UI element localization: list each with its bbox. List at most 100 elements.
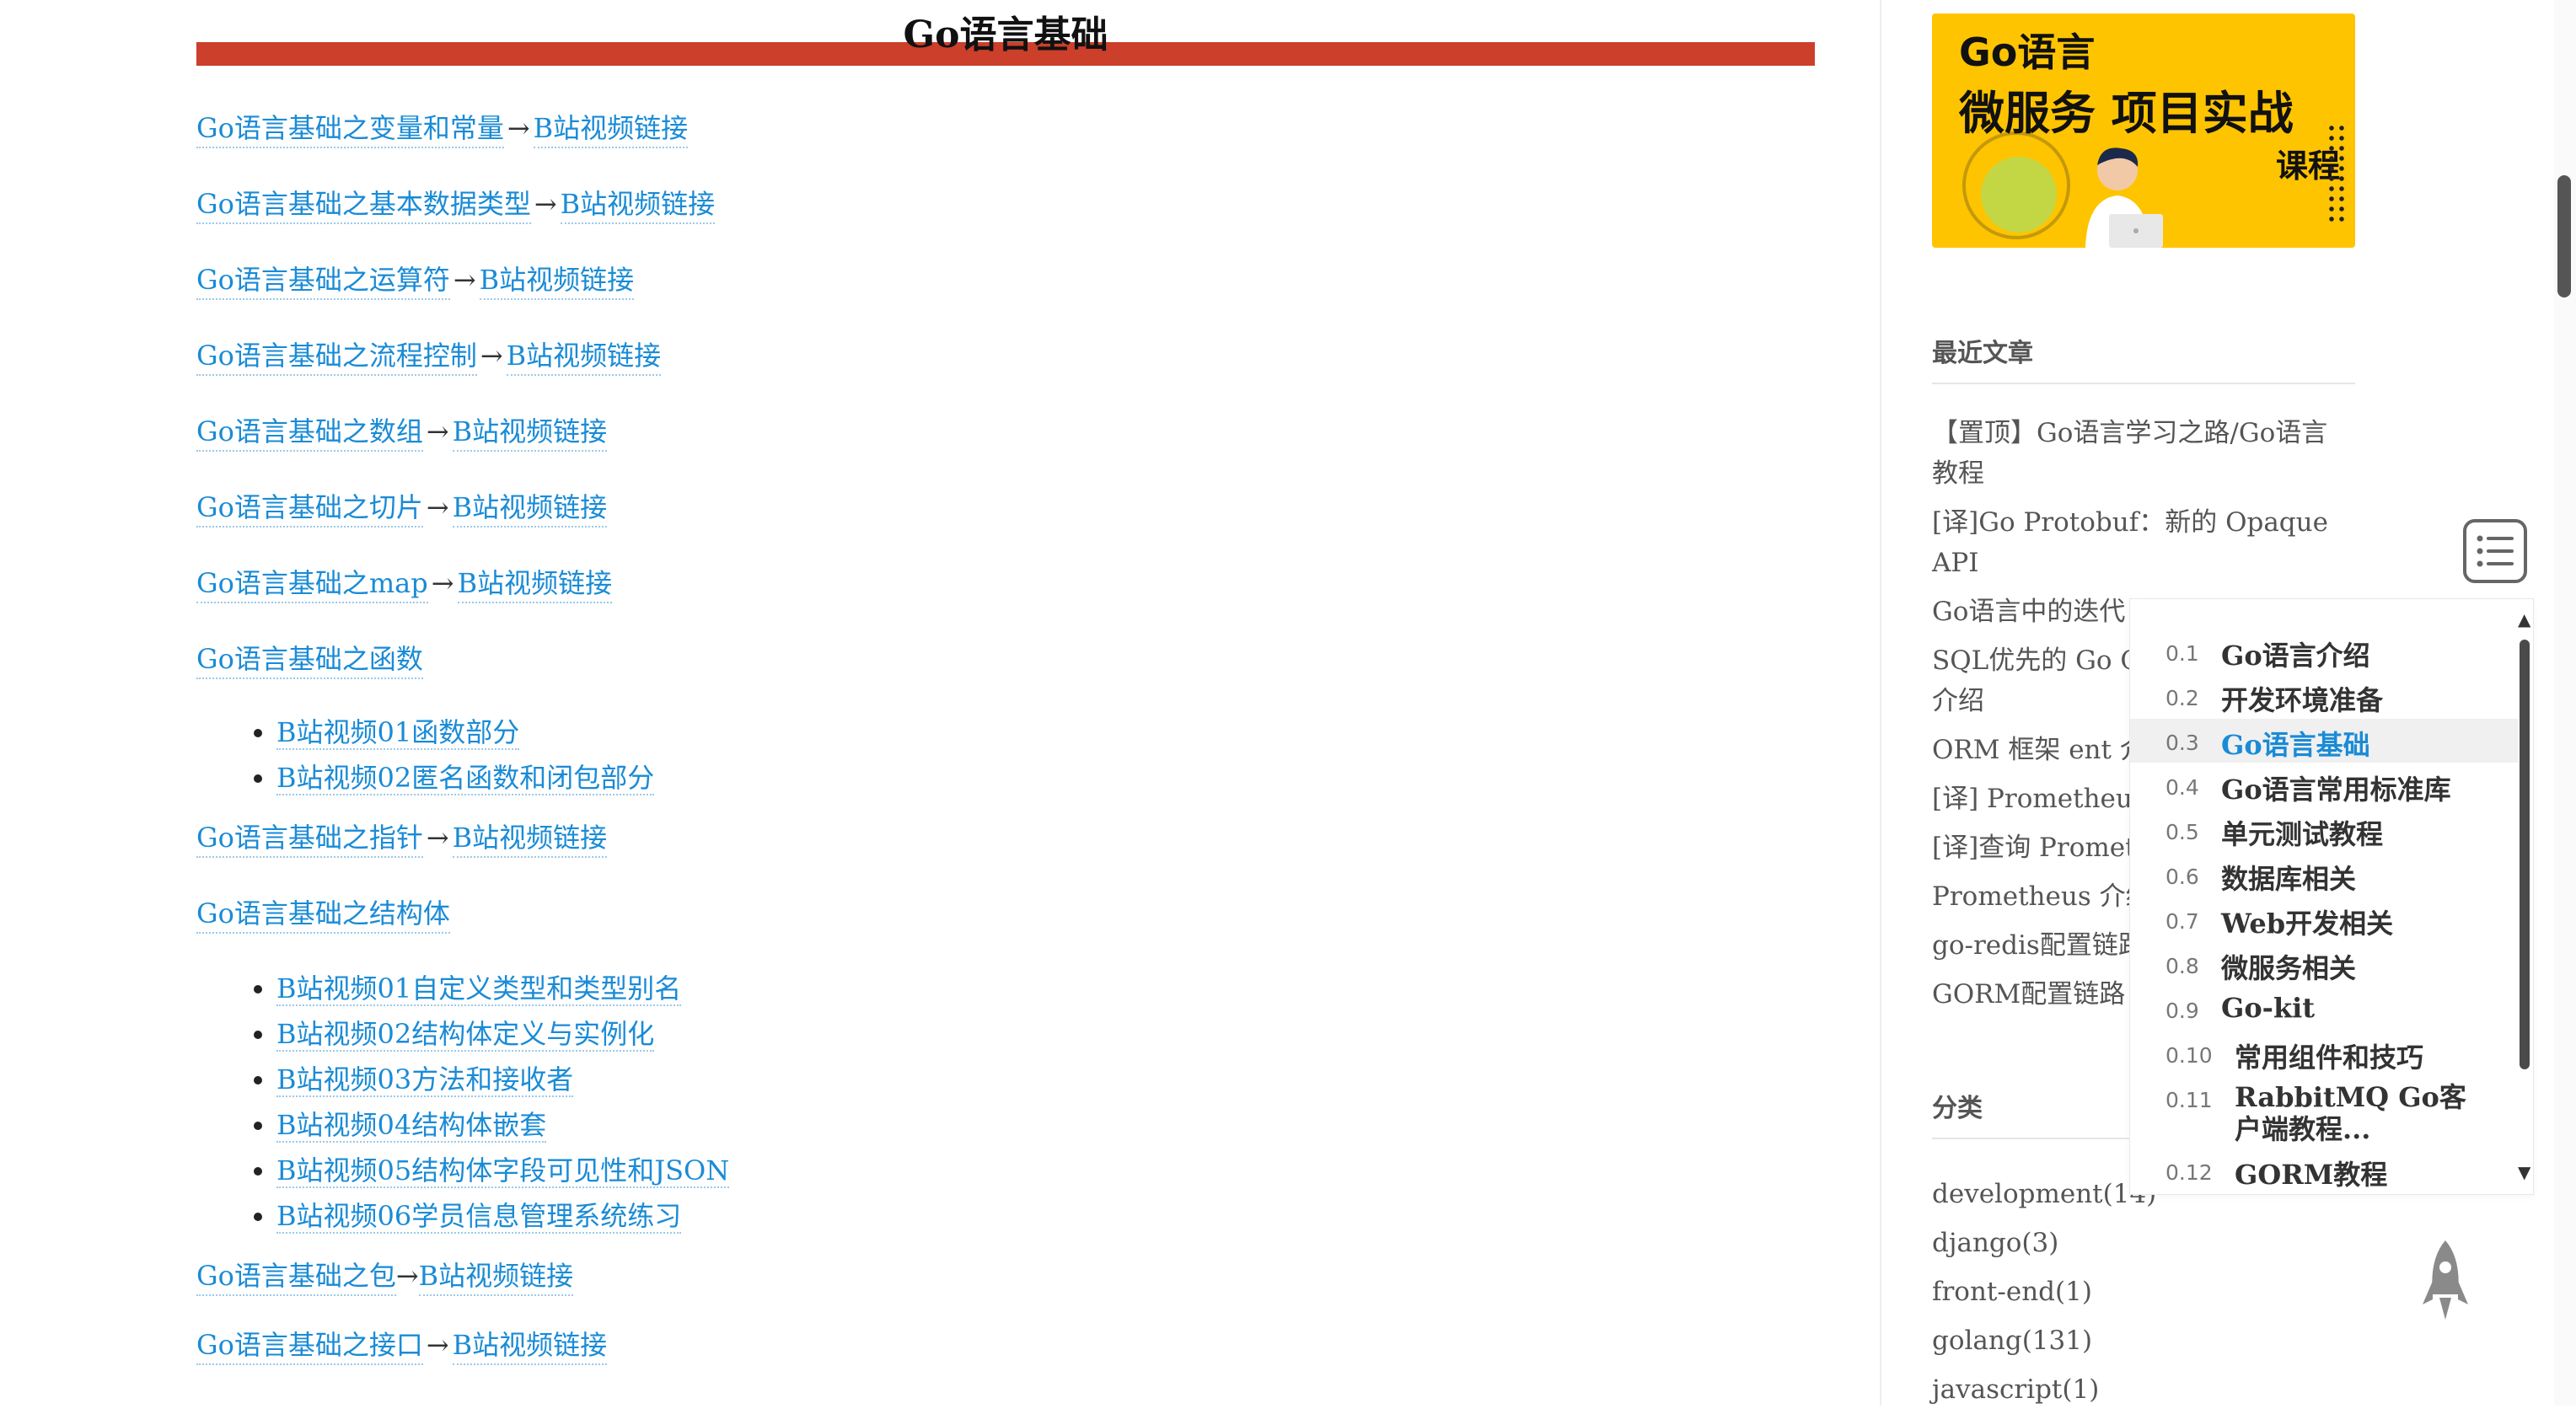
article-link[interactable]: Go语言基础之接口 bbox=[196, 1326, 423, 1365]
list-item: Go语言基础之运算符 → B站视频链接 bbox=[196, 261, 1798, 337]
video-link[interactable]: B站视频链接 bbox=[452, 413, 608, 452]
toc-item-active[interactable]: 0.3 Go语言基础 bbox=[2130, 719, 2518, 763]
recent-post-link[interactable]: [译]Go Protobuf：新的 Opaque API bbox=[1932, 502, 2337, 583]
article-link[interactable]: Go语言基础之数组 bbox=[196, 413, 423, 452]
video-link[interactable]: B站视频链接 bbox=[418, 1257, 574, 1296]
video-link[interactable]: B站视频06学员信息管理系统练习 bbox=[276, 1200, 682, 1234]
video-link[interactable]: B站视频链接 bbox=[479, 261, 635, 300]
toc-item[interactable]: 0.6 数据库相关 bbox=[2130, 853, 2518, 897]
toc-item-label: 微服务相关 bbox=[2221, 952, 2357, 984]
banner-decoration bbox=[2326, 123, 2347, 224]
video-link[interactable]: B站视频02匿名函数和闭包部分 bbox=[276, 762, 655, 795]
arrow: → bbox=[480, 340, 503, 372]
category-link[interactable]: javascript(1) bbox=[1932, 1365, 2156, 1414]
arrow: → bbox=[426, 415, 449, 447]
toc-item[interactable]: 0.11 RabbitMQ Go客户端教程... bbox=[2130, 1076, 2518, 1145]
video-link[interactable]: B站视频链接 bbox=[452, 489, 608, 528]
video-sublist: B站视频01函数部分 B站视频02匿名函数和闭包部分 bbox=[196, 710, 1798, 802]
toc-toggle-icon[interactable] bbox=[2461, 517, 2529, 585]
arrow: → bbox=[426, 491, 449, 523]
toc-item[interactable]: 0.2 开发环境准备 bbox=[2130, 674, 2518, 718]
video-link[interactable]: B站视频04结构体嵌套 bbox=[276, 1109, 547, 1143]
list-item: B站视频03方法和接收者 bbox=[276, 1057, 1798, 1102]
toc-item[interactable]: 0.12 GORM教程 bbox=[2130, 1149, 2518, 1192]
toc-item[interactable]: 0.10 常用组件和技巧 bbox=[2130, 1031, 2518, 1075]
list-item: Go语言基础之包 → B站视频链接 bbox=[196, 1257, 1798, 1333]
toc-item[interactable]: 0.9 Go-kit bbox=[2130, 987, 2518, 1031]
toc-item-number: 0.8 bbox=[2165, 954, 2199, 978]
toc-item-label: Go语言基础 bbox=[2221, 729, 2370, 761]
article-link[interactable]: Go语言基础之变量和常量 bbox=[196, 110, 504, 148]
category-link[interactable]: django(3) bbox=[1932, 1219, 2156, 1267]
toc-item[interactable]: 0.4 Go语言常用标准库 bbox=[2130, 763, 2518, 807]
video-link[interactable]: B站视频链接 bbox=[506, 337, 662, 376]
arrow: → bbox=[431, 567, 454, 599]
back-to-top-rocket-icon[interactable] bbox=[2419, 1239, 2471, 1323]
arrow: → bbox=[507, 112, 530, 144]
video-link[interactable]: B站视频链接 bbox=[452, 819, 608, 858]
category-link[interactable]: development(14) bbox=[1932, 1170, 2156, 1219]
toc-item-label: Web开发相关 bbox=[2221, 908, 2394, 940]
video-link[interactable]: B站视频01自定义类型和类型别名 bbox=[276, 972, 682, 1006]
video-link[interactable]: B站视频链接 bbox=[560, 185, 716, 224]
list-item: B站视频04结构体嵌套 bbox=[276, 1102, 1798, 1148]
banner-text: Go语言 bbox=[1959, 29, 2096, 75]
toc-item[interactable]: 0.5 单元测试教程 bbox=[2130, 808, 2518, 852]
video-link[interactable]: B站视频01函数部分 bbox=[276, 716, 520, 750]
list-item: Go语言基础之切片 → B站视频链接 bbox=[196, 489, 1798, 565]
arrow: → bbox=[426, 822, 449, 854]
article-link[interactable]: Go语言基础之指针 bbox=[196, 819, 423, 858]
page-scrollbar-thumb[interactable] bbox=[2557, 175, 2571, 297]
column-divider bbox=[1880, 0, 1881, 1406]
arrow: → bbox=[395, 1260, 419, 1292]
list-item: Go语言基础之结构体 bbox=[196, 895, 1798, 962]
page-title: Go语言基础 bbox=[903, 13, 1108, 56]
video-link[interactable]: B站视频链接 bbox=[533, 110, 689, 148]
main-content-area: Go语言基础 Go语言基础之变量和常量 → B站视频链接 Go语言基础之基本数据… bbox=[0, 0, 1880, 1406]
categories-list: development(14) django(3) front-end(1) g… bbox=[1932, 1170, 2156, 1414]
arrow: → bbox=[426, 1329, 449, 1361]
recent-post-link[interactable]: 【置顶】Go语言学习之路/Go语言教程 bbox=[1932, 413, 2337, 494]
toc-item[interactable]: 0.8 微服务相关 bbox=[2130, 942, 2518, 986]
video-link[interactable]: B站视频03方法和接收者 bbox=[276, 1063, 574, 1097]
category-link[interactable]: golang(131) bbox=[1932, 1316, 2156, 1365]
list-item: Go语言基础之数组 → B站视频链接 bbox=[196, 413, 1798, 489]
arrow: → bbox=[453, 264, 476, 296]
toc-item[interactable]: 0.7 Web开发相关 bbox=[2130, 897, 2518, 941]
video-link[interactable]: B站视频02结构体定义与实例化 bbox=[276, 1018, 655, 1052]
list-item: Go语言基础之函数 bbox=[196, 640, 1798, 708]
arrow: → bbox=[534, 188, 557, 220]
article-link[interactable]: Go语言基础之流程控制 bbox=[196, 337, 477, 376]
toc-item-number: 0.5 bbox=[2165, 820, 2199, 844]
article-link[interactable]: Go语言基础之map bbox=[196, 565, 428, 603]
video-link[interactable]: B站视频05结构体字段可见性和JSON bbox=[276, 1154, 730, 1188]
course-banner[interactable]: Go语言 微服务 项目实战 课程 bbox=[1932, 13, 2355, 248]
video-link[interactable]: B站视频链接 bbox=[452, 1326, 608, 1365]
toc-item-number: 0.2 bbox=[2165, 686, 2199, 710]
video-link[interactable]: B站视频链接 bbox=[457, 565, 613, 603]
person-illustration bbox=[2085, 147, 2163, 248]
article-link[interactable]: Go语言基础之切片 bbox=[196, 489, 423, 528]
article-link[interactable]: Go语言基础之基本数据类型 bbox=[196, 185, 531, 224]
toc-scrollbar[interactable] bbox=[2520, 640, 2530, 1069]
banner-decoration bbox=[1981, 157, 2057, 233]
toc-item-number: 0.12 bbox=[2165, 1160, 2213, 1185]
toc-scroll-down-icon[interactable]: ▼ bbox=[2518, 1162, 2530, 1182]
toc-item-label: 数据库相关 bbox=[2221, 863, 2357, 895]
toc-scroll-up-icon[interactable]: ▲ bbox=[2518, 609, 2530, 629]
list-item: B站视频01函数部分 bbox=[276, 710, 1798, 755]
list-item: Go语言基础之流程控制 → B站视频链接 bbox=[196, 337, 1798, 413]
list-item: Go语言基础之基本数据类型 → B站视频链接 bbox=[196, 185, 1798, 261]
article-link[interactable]: Go语言基础之结构体 bbox=[196, 895, 450, 934]
toc-item-number: 0.1 bbox=[2165, 641, 2199, 666]
list-item: B站视频01自定义类型和类型别名 bbox=[276, 966, 1798, 1011]
toc-item-number: 0.6 bbox=[2165, 865, 2199, 889]
toc-item-number: 0.3 bbox=[2165, 731, 2199, 755]
article-link[interactable]: Go语言基础之函数 bbox=[196, 640, 423, 679]
toc-item[interactable]: 0.1 Go语言介绍 bbox=[2130, 629, 2518, 673]
article-link[interactable]: Go语言基础之包 bbox=[196, 1257, 396, 1296]
recent-posts-title: 最近文章 bbox=[1932, 332, 2355, 384]
category-link[interactable]: front-end(1) bbox=[1932, 1267, 2156, 1316]
article-link[interactable]: Go语言基础之运算符 bbox=[196, 261, 450, 300]
toc-item-number: 0.7 bbox=[2165, 909, 2199, 934]
